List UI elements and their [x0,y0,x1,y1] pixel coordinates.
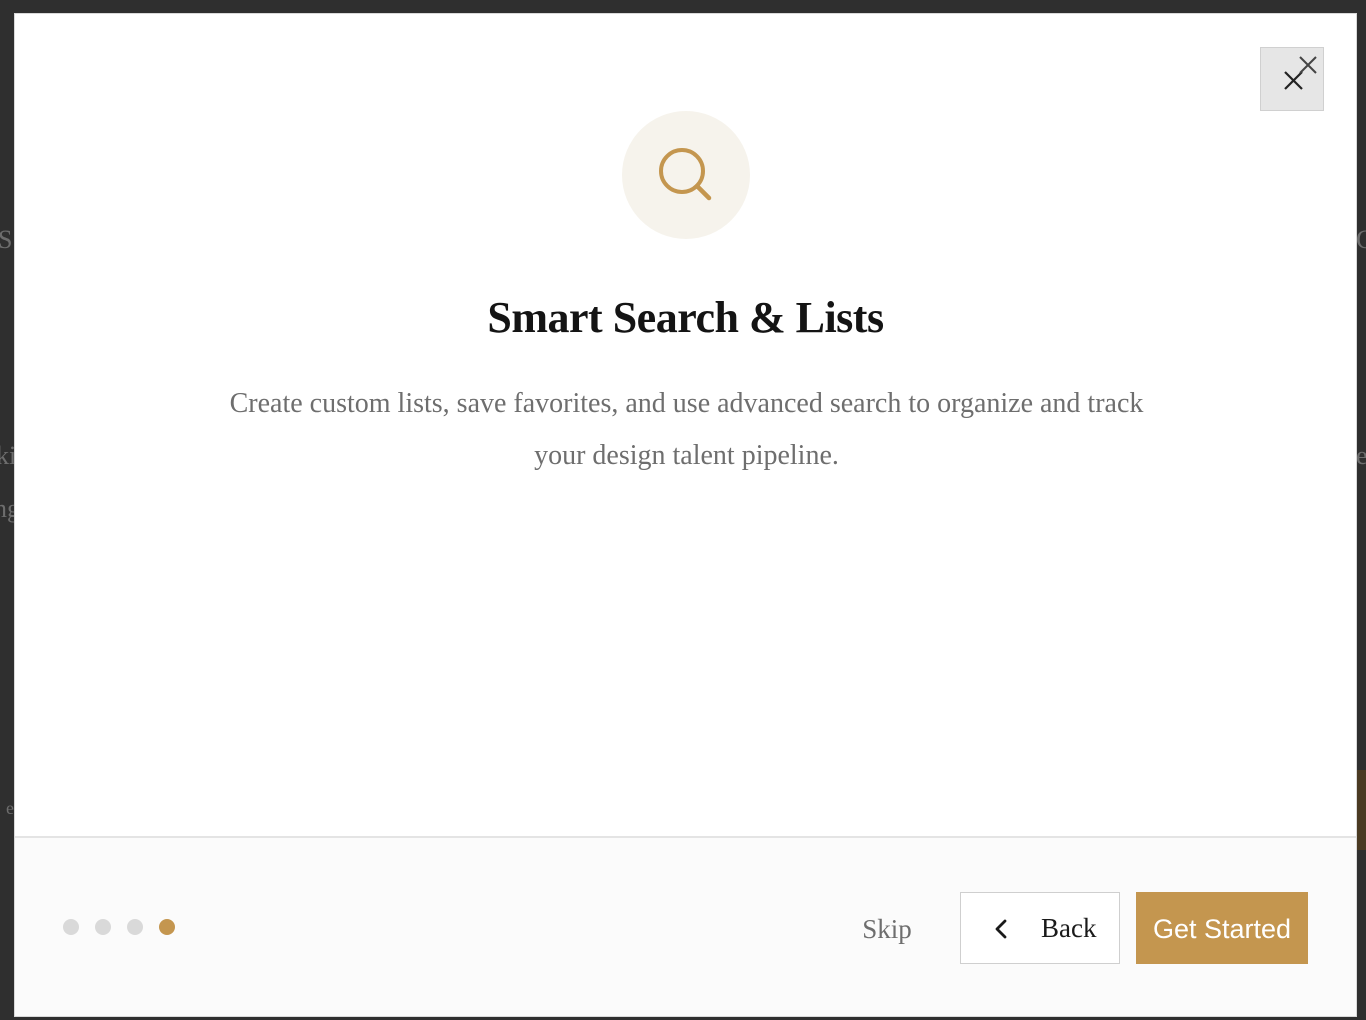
chevron-left-icon [995,919,1007,939]
search-icon [659,148,712,201]
background-text-fragment: e [1356,441,1366,470]
feature-icon-badge [622,111,750,239]
skip-button[interactable]: Skip [845,906,929,950]
background-text-fragment: S [0,225,13,254]
background-image-edge [1356,770,1366,850]
background-text-fragment: e [6,798,14,818]
modal-title: Smart Search & Lists [487,293,884,342]
get-started-button[interactable]: Get Started [1136,892,1308,964]
close-icon [1284,56,1317,90]
onboarding-modal: Smart Search & Lists Create custom lists… [14,13,1357,1017]
step-dot-2[interactable] [95,919,111,935]
modal-footer: Skip Back Get Started [15,836,1356,1016]
step-dot-4[interactable] [159,919,175,935]
close-button[interactable] [1260,47,1324,111]
step-dot-3[interactable] [127,919,143,935]
back-button-label: Back [1041,913,1097,943]
back-button[interactable]: Back [960,892,1120,964]
step-dot-1[interactable] [63,919,79,935]
modal-description: Create custom lists, save favorites, and… [229,388,1144,471]
background-text-fragment: C [1356,225,1366,254]
